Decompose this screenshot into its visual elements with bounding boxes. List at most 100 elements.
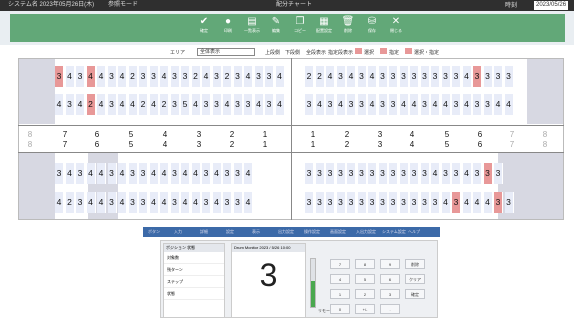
keypad-key[interactable]: 0: [330, 304, 350, 314]
slot-cell[interactable]: 3: [378, 94, 388, 115]
slot-cell[interactable]: 4: [315, 94, 325, 115]
slot-cell[interactable]: 3: [181, 66, 190, 87]
slot-cell[interactable]: 4: [160, 163, 169, 184]
keypad-key[interactable]: 2: [355, 289, 375, 299]
tab-2[interactable]: 入力: [174, 227, 182, 237]
slot-cell[interactable]: 3: [410, 192, 419, 213]
slot-cell[interactable]: 3: [389, 94, 398, 115]
date-field[interactable]: 2023/05/26: [534, 1, 568, 10]
slot-cell[interactable]: 3: [233, 192, 243, 213]
slot-cell[interactable]: 4: [462, 192, 472, 213]
slot-cell[interactable]: 4: [483, 192, 493, 213]
keypad-key[interactable]: 9: [380, 259, 400, 269]
slot-cell[interactable]: 3: [504, 192, 514, 213]
slot-cell[interactable]: 2: [86, 94, 96, 115]
slot-cell[interactable]: 2: [139, 94, 148, 115]
slot-cell[interactable]: 3: [389, 192, 398, 213]
slot-cell[interactable]: 3: [368, 192, 377, 213]
slot-cell[interactable]: 4: [431, 94, 440, 115]
edit-button[interactable]: ✎ 編集: [265, 16, 287, 40]
slot-cell[interactable]: 3: [420, 192, 430, 213]
tab-3[interactable]: 詳細: [200, 227, 208, 237]
slot-cell[interactable]: 4: [275, 94, 285, 115]
slot-cell[interactable]: 3: [65, 94, 75, 115]
slot-cell[interactable]: 4: [191, 192, 201, 213]
slot-cell[interactable]: 3: [223, 163, 232, 184]
slot-cell[interactable]: 4: [97, 94, 106, 115]
slot-cell[interactable]: 4: [181, 163, 190, 184]
keypad-key[interactable]: 3: [380, 289, 400, 299]
slot-cell[interactable]: 3: [420, 94, 430, 115]
slot-cell[interactable]: 3: [357, 66, 367, 87]
slot-cell[interactable]: 3: [315, 163, 325, 184]
slot-cell[interactable]: 3: [336, 163, 346, 184]
slot-cell[interactable]: 3: [483, 66, 493, 87]
slot-cell[interactable]: 3: [244, 94, 253, 115]
list-button[interactable]: ▤ 一覧表示: [241, 16, 263, 40]
tab-4[interactable]: 設定: [226, 227, 234, 237]
tab-10[interactable]: システム設定: [382, 227, 406, 237]
slot-cell[interactable]: 3: [357, 94, 367, 115]
slot-cell[interactable]: 3: [420, 163, 430, 184]
slot-cell[interactable]: 3: [336, 66, 346, 87]
tab-7[interactable]: 操作設定: [304, 227, 320, 237]
slot-cell[interactable]: 4: [149, 163, 159, 184]
slot-cell[interactable]: 4: [86, 66, 96, 87]
slot-cell[interactable]: 4: [254, 94, 264, 115]
slot-cell[interactable]: 3: [389, 163, 398, 184]
slot-cell[interactable]: 4: [65, 66, 75, 87]
slot-cell[interactable]: 3: [170, 94, 180, 115]
slot-cell[interactable]: 4: [86, 163, 96, 184]
slot-cell[interactable]: 3: [473, 163, 482, 184]
slot-cell[interactable]: 3: [139, 66, 148, 87]
slot-cell[interactable]: 3: [441, 163, 451, 184]
slot-cell[interactable]: 3: [55, 66, 64, 87]
slot-cell[interactable]: 4: [223, 94, 232, 115]
slot-cell[interactable]: 3: [357, 163, 367, 184]
slot-cell[interactable]: 4: [441, 94, 451, 115]
slot-cell[interactable]: 3: [326, 192, 335, 213]
slot-cell[interactable]: 4: [244, 66, 253, 87]
slot-cell[interactable]: 3: [473, 94, 482, 115]
tab-11[interactable]: ヘルプ: [408, 227, 420, 237]
slot-cell[interactable]: 3: [265, 66, 274, 87]
slot-cell[interactable]: 2: [191, 66, 201, 87]
slot-cell[interactable]: 3: [128, 163, 138, 184]
slot-cell[interactable]: 4: [431, 163, 440, 184]
slot-cell[interactable]: 4: [410, 94, 419, 115]
slot-cell[interactable]: 4: [181, 192, 190, 213]
slot-cell[interactable]: 3: [315, 192, 325, 213]
slot-cell[interactable]: 3: [431, 66, 440, 87]
tab-5[interactable]: 表示: [252, 227, 260, 237]
slot-cell[interactable]: 3: [55, 163, 64, 184]
radio-specific[interactable]: 指定段表示: [328, 49, 353, 56]
slot-cell[interactable]: 3: [389, 66, 398, 87]
tab-1[interactable]: ボタン: [148, 227, 160, 237]
keypad-key[interactable]: .: [380, 304, 400, 314]
slot-cell[interactable]: 4: [55, 192, 64, 213]
slot-cell[interactable]: 3: [305, 192, 314, 213]
slot-cell[interactable]: 3: [170, 192, 180, 213]
slot-cell[interactable]: 3: [347, 192, 356, 213]
slot-cell[interactable]: 4: [128, 94, 138, 115]
slot-cell[interactable]: 3: [452, 66, 461, 87]
keypad-key[interactable]: 7: [330, 259, 350, 269]
slot-cell[interactable]: 3: [399, 163, 409, 184]
slot-cell[interactable]: 3: [483, 94, 493, 115]
keypad-key[interactable]: 5: [355, 274, 375, 284]
slot-cell[interactable]: 3: [202, 163, 211, 184]
slot-cell[interactable]: 4: [76, 94, 85, 115]
keypad-key[interactable]: 8: [355, 259, 375, 269]
slot-cell[interactable]: 3: [410, 66, 419, 87]
close-button[interactable]: ✕ 閉じる: [385, 16, 407, 40]
slot-cell[interactable]: 3: [420, 66, 430, 87]
keypad-key[interactable]: 確定: [405, 289, 425, 299]
keypad-key[interactable]: +/-: [355, 304, 375, 314]
slot-cell[interactable]: 4: [441, 192, 451, 213]
status-row[interactable]: 対象数: [164, 252, 224, 264]
slot-cell[interactable]: 3: [347, 163, 356, 184]
save-button[interactable]: ⛁ 保存: [361, 16, 383, 40]
slot-cell[interactable]: 4: [191, 94, 201, 115]
slot-cell[interactable]: 3: [139, 192, 148, 213]
slot-cell[interactable]: 3: [441, 66, 451, 87]
